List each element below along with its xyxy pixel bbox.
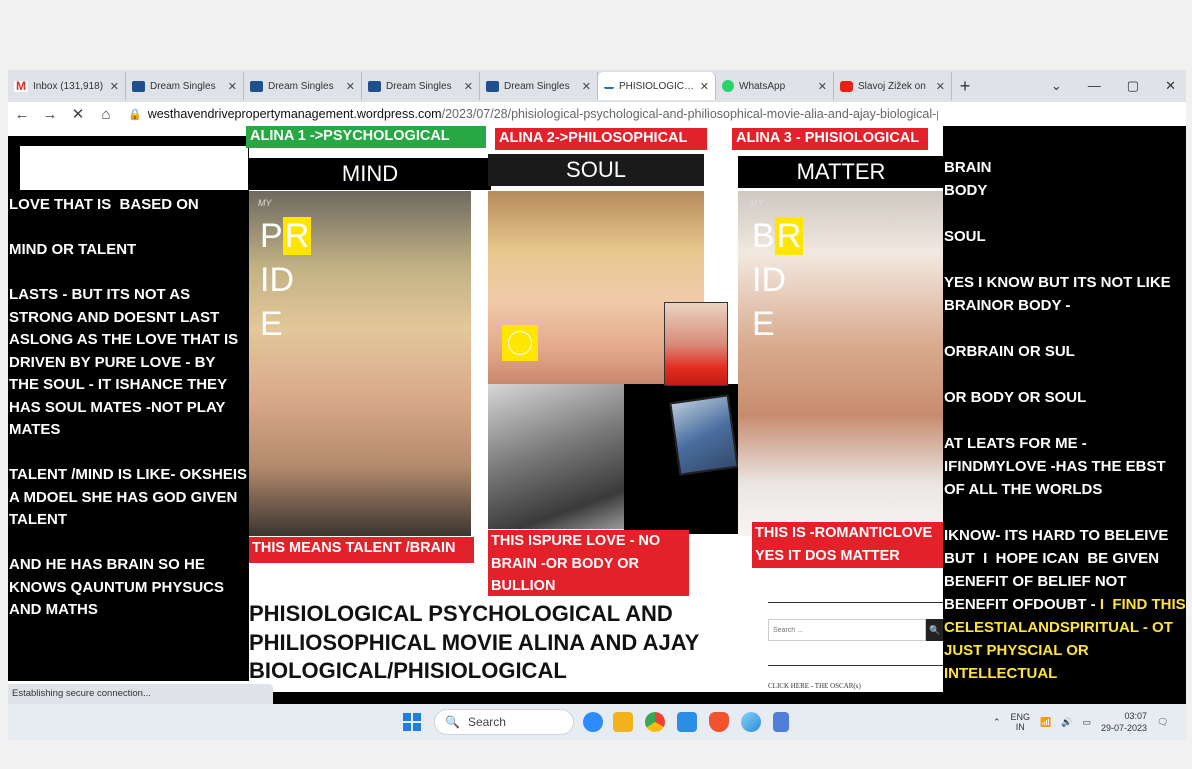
browser-window: M Inbox (131,918) ✕ Dream Singles ✕ Dream S… — [8, 70, 1186, 709]
header-mind: MIND — [249, 158, 491, 190]
close-icon[interactable]: ✕ — [936, 80, 945, 93]
caption-talent: THIS MEANS TALENT /BRAIN — [249, 537, 474, 563]
language-indicator[interactable]: ENG IN — [1011, 712, 1031, 732]
oscar-link[interactable]: CLICK HERE - THE OSCAR(s) — [768, 682, 944, 690]
close-icon[interactable]: ✕ — [110, 80, 119, 93]
bottom-black-strip — [273, 692, 1186, 704]
my-label-right: MY — [750, 198, 764, 208]
header-soul: SOUL — [488, 154, 704, 186]
close-icon[interactable]: ✕ — [582, 80, 591, 93]
notepad-icon[interactable] — [773, 712, 789, 732]
left-text: LOVE THAT IS BASED ON MIND OR TALENT LAS… — [9, 196, 248, 618]
tab-dream-singles-1[interactable]: Dream Singles ✕ — [126, 72, 244, 100]
smiley-icon — [502, 325, 538, 361]
left-white-box — [20, 146, 248, 190]
chevron-up-icon[interactable]: ⌃ — [993, 717, 1001, 728]
close-window-button[interactable]: ✕ — [1165, 78, 1176, 94]
clock[interactable]: 03:07 29-07-2023 — [1101, 710, 1147, 734]
wifi-icon[interactable]: 📶 — [1040, 717, 1051, 728]
search-button[interactable]: 🔍 — [926, 619, 944, 641]
minimize-button[interactable]: — — [1088, 78, 1101, 94]
tab-youtube[interactable]: Slavoj Žižek on ✕ — [834, 72, 952, 100]
youtube-icon — [840, 80, 853, 92]
page-content: LOVE THAT IS BASED ON MIND OR TALENT LAS… — [8, 126, 1186, 692]
notification-icon[interactable]: 🗨 — [1157, 717, 1168, 728]
dreamsingles-icon — [250, 80, 263, 92]
address-bar: ← → ✕ ⌂ 🔒 westhavendrivepropertymanageme… — [8, 102, 1186, 126]
system-tray: ⌃ ENG IN 📶 🔊 ▭ 03:07 29-07-2023 🗨 — [993, 710, 1169, 734]
label-alina-1: ALINA 1 ->PSYCHOLOGICAL — [246, 126, 486, 148]
back-icon[interactable]: ← — [8, 106, 36, 123]
search-input[interactable] — [768, 619, 926, 641]
stop-icon[interactable]: ✕ — [64, 105, 92, 123]
sidebar-search: 🔍 — [768, 619, 944, 641]
close-icon[interactable]: ✕ — [346, 80, 355, 93]
wordpress-icon — [604, 83, 614, 89]
battery-icon[interactable]: ▭ — [1083, 717, 1092, 728]
dreamsingles-icon — [486, 80, 499, 92]
volume-icon[interactable]: 🔊 — [1061, 717, 1072, 728]
app-icon[interactable] — [741, 712, 761, 732]
tab-phisiological[interactable]: PHISIOLOGICAL ✕ — [598, 72, 716, 100]
dreamsingles-icon — [368, 80, 381, 92]
home-icon[interactable]: ⌂ — [92, 106, 120, 123]
file-explorer-icon[interactable] — [613, 712, 633, 732]
my-label-left: MY — [258, 198, 272, 208]
sidebar: 🔍 CLICK HERE - THE OSCAR(s) — [768, 602, 944, 690]
tab-dream-singles-3[interactable]: Dream Singles ✕ — [362, 72, 480, 100]
photo-child — [488, 384, 624, 529]
dreamsingles-icon — [132, 80, 145, 92]
close-icon[interactable]: ✕ — [818, 80, 827, 93]
taskbar-search[interactable]: 🔍 Search — [434, 709, 574, 735]
post-title[interactable]: PHISIOLOGICAL PSYCHOLOGICAL AND PHILIOSO… — [249, 600, 769, 686]
close-icon[interactable]: ✕ — [228, 80, 237, 93]
tab-dream-singles-4[interactable]: Dream Singles ✕ — [480, 72, 598, 100]
search-icon: 🔍 — [445, 715, 460, 729]
caption-pure-love: THIS ISPURE LOVE - NO BRAIN -OR BODY OR … — [488, 530, 689, 596]
tab-gmail[interactable]: M Inbox (131,918) ✕ — [8, 72, 126, 100]
forward-icon[interactable]: → — [36, 106, 64, 123]
new-tab-button[interactable]: + — [952, 76, 978, 97]
lock-icon[interactable]: 🔒 — [128, 108, 142, 121]
url-field[interactable]: westhavendrivepropertymanagement.wordpre… — [148, 107, 938, 121]
maximize-button[interactable]: ▢ — [1127, 78, 1139, 94]
gmail-icon: M — [14, 78, 28, 93]
close-icon[interactable]: ✕ — [700, 80, 709, 93]
brave-icon[interactable] — [709, 712, 729, 732]
pride-text-right: BR ID E — [752, 217, 804, 343]
close-icon[interactable]: ✕ — [464, 80, 473, 93]
bing-icon[interactable] — [583, 712, 603, 732]
right-text: YES BRAIN BODY SOUL YES I KNOW BUT ITS N… — [944, 126, 1186, 682]
header-matter: MATTER — [738, 156, 944, 188]
caption-romantic-love: THIS IS -ROMANTICLOVE YES IT DOS MATTER — [752, 522, 944, 568]
tab-bar: M Inbox (131,918) ✕ Dream Singles ✕ Dream S… — [8, 70, 1186, 102]
photo-small-man — [669, 394, 739, 476]
label-alina-3: ALINA 3 - PHISIOLOGICAL — [732, 128, 928, 150]
tab-dream-singles-2[interactable]: Dream Singles ✕ — [244, 72, 362, 100]
whatsapp-icon — [722, 80, 734, 92]
tab-whatsapp[interactable]: WhatsApp ✕ — [716, 72, 834, 100]
photo-small-woman — [664, 302, 728, 386]
status-bar: Establishing secure connection... — [8, 684, 273, 704]
photos-icon[interactable] — [677, 712, 697, 732]
label-alina-2: ALINA 2->PHILOSOPHICAL — [495, 128, 707, 150]
chrome-icon[interactable] — [645, 712, 665, 732]
tab-search-icon[interactable]: ⌄ — [1051, 78, 1062, 94]
windows-start-icon[interactable] — [403, 713, 421, 731]
taskbar: 🔍 Search ⌃ ENG IN 📶 🔊 ▭ 03:07 29-07-2023 🗨 — [8, 704, 1186, 740]
pride-text-left: PR ID E — [260, 217, 312, 343]
